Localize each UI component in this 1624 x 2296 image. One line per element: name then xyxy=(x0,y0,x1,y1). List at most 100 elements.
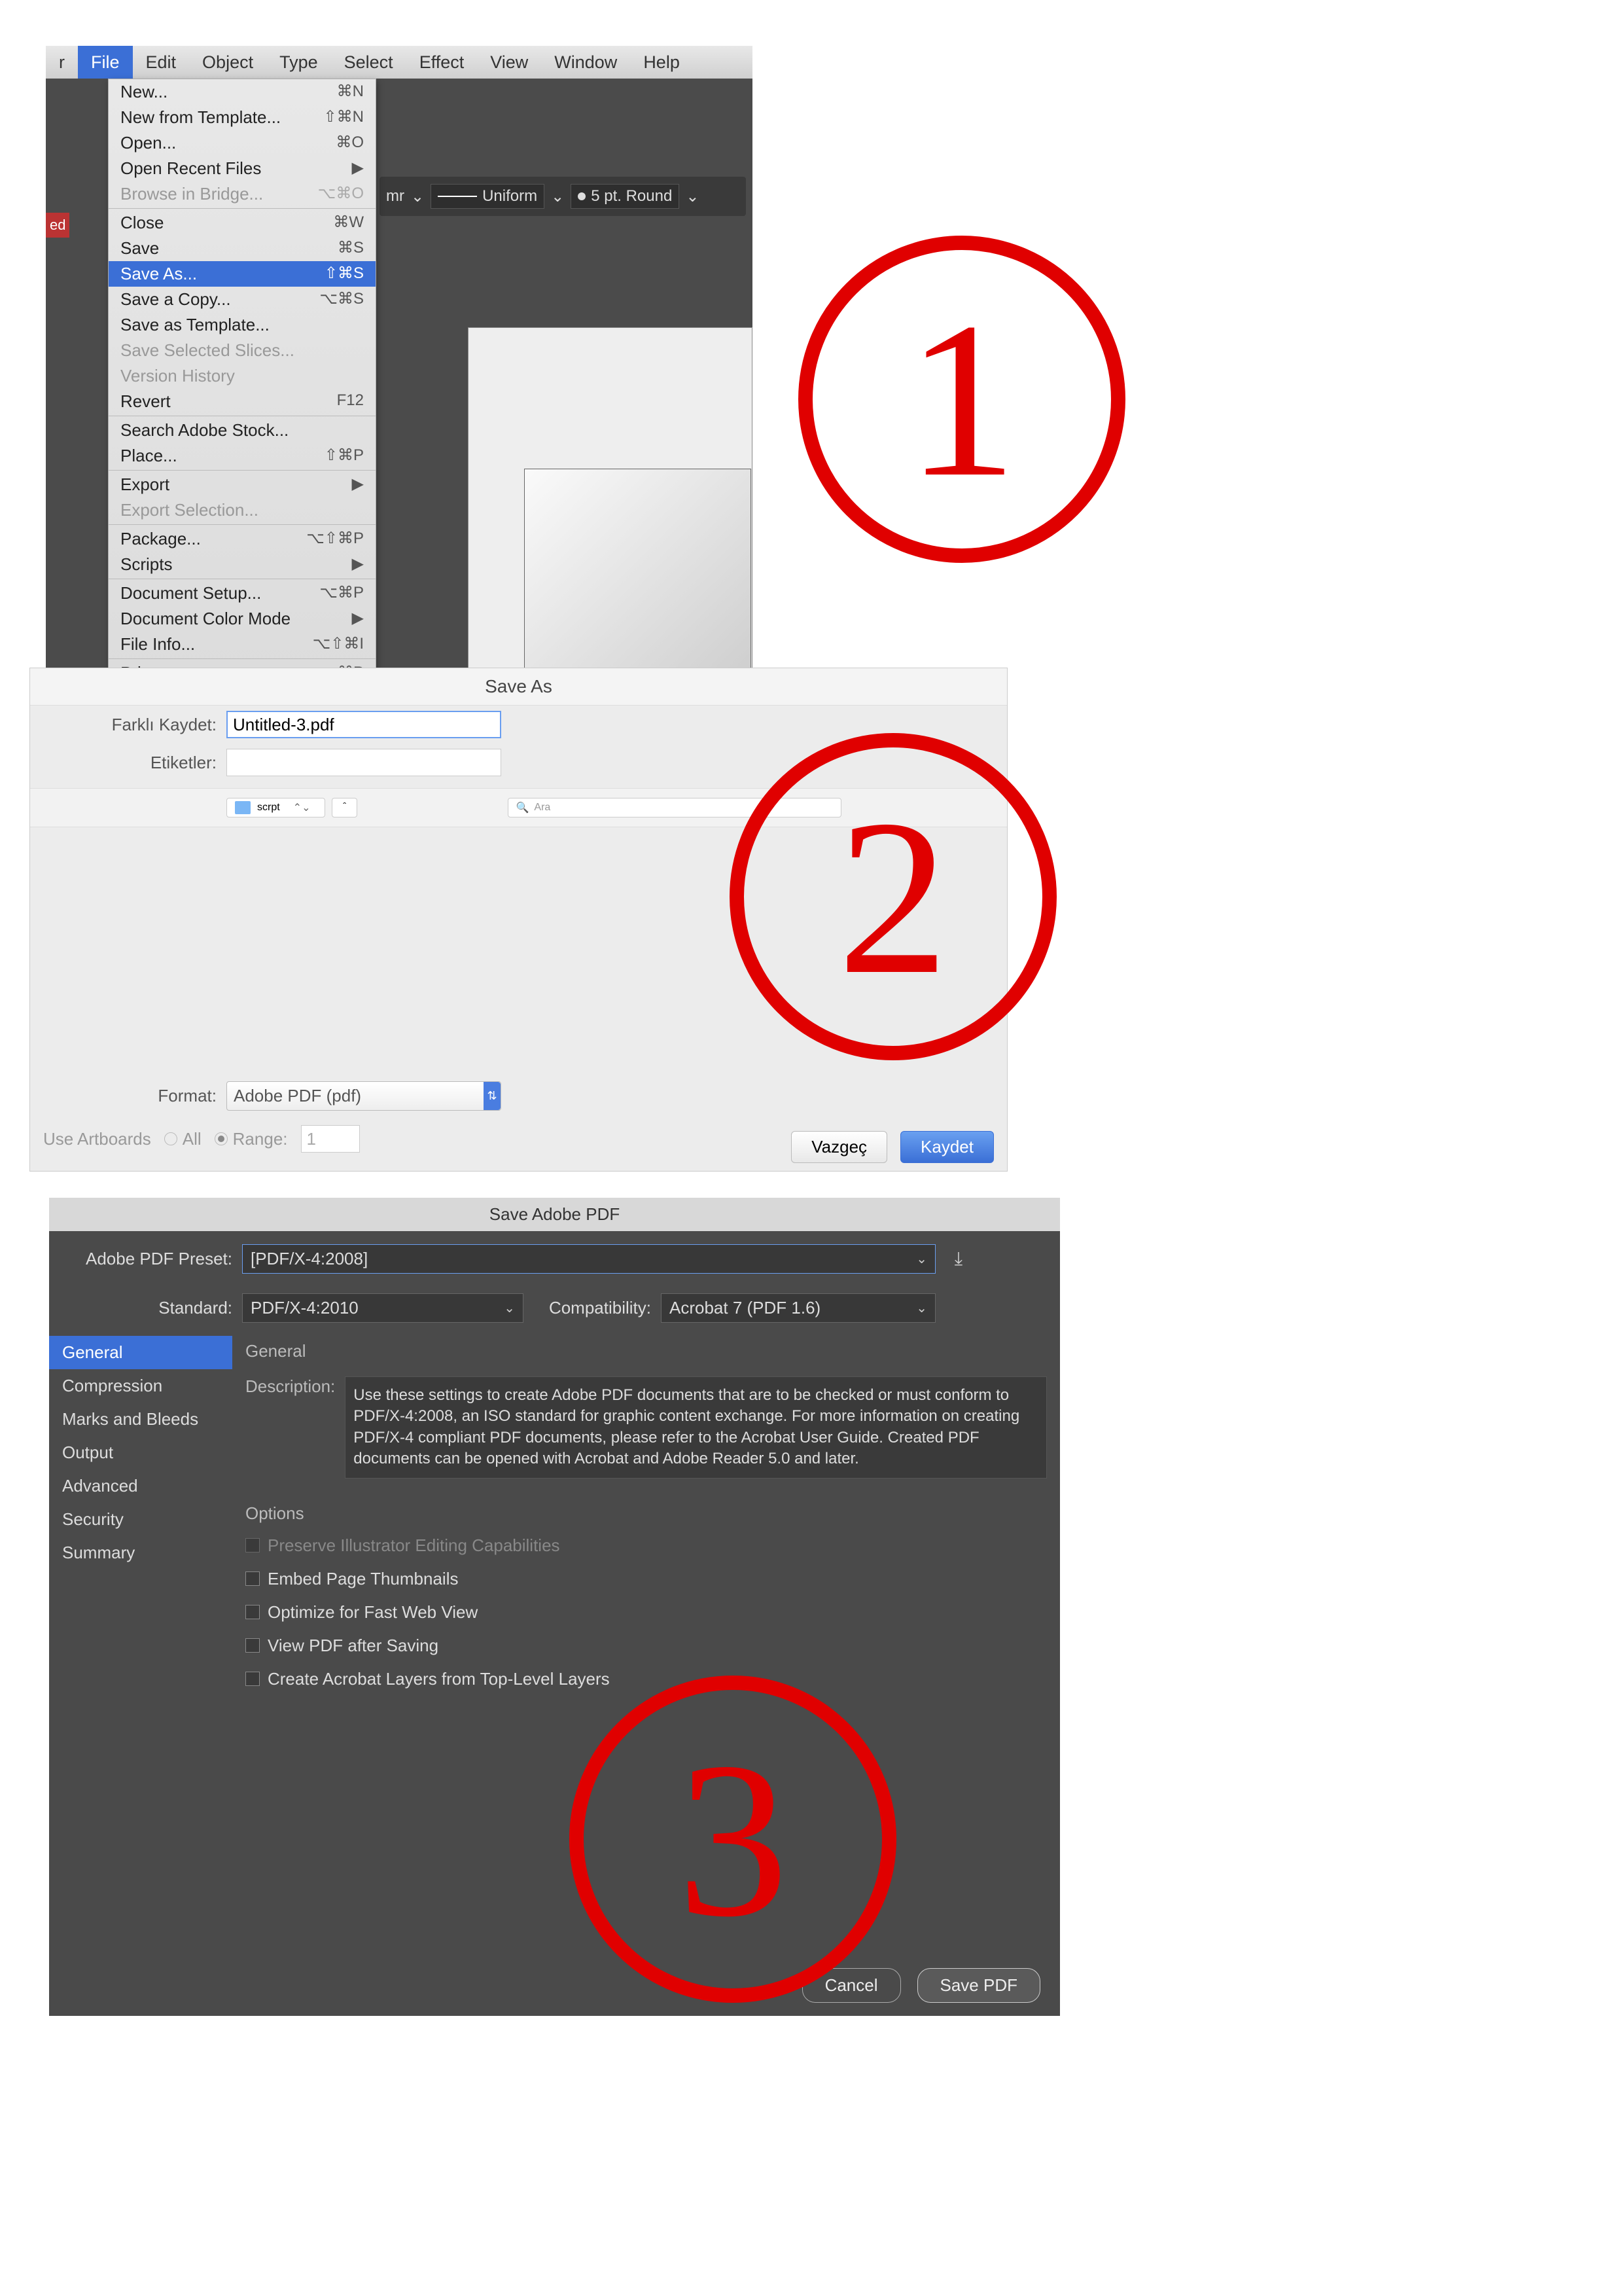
tags-input[interactable] xyxy=(226,749,501,776)
menu-item[interactable]: File Info...⌥⇧⌘I xyxy=(109,632,376,657)
folder-name: scrpt xyxy=(257,802,280,814)
chevron-updown-icon: ⌃⌄ xyxy=(287,801,317,814)
menu-item[interactable]: New...⌘N xyxy=(109,79,376,105)
section-heading: General xyxy=(245,1336,1047,1367)
sidebar-item-general[interactable]: General xyxy=(49,1336,232,1369)
menu-help[interactable]: Help xyxy=(630,46,693,79)
menu-item[interactable]: Save a Copy...⌥⌘S xyxy=(109,287,376,312)
menu-item: Save Selected Slices... xyxy=(109,338,376,363)
tags-label: Etiketler: xyxy=(43,753,226,773)
all-label: All xyxy=(183,1129,202,1149)
sidebar: GeneralCompressionMarks and BleedsOutput… xyxy=(49,1329,232,1702)
menu-item[interactable]: Search Adobe Stock... xyxy=(109,418,376,443)
save-pdf-dialog: Save Adobe PDF Adobe PDF Preset: [PDF/X-… xyxy=(49,1198,1060,2016)
menu-item[interactable]: Close⌘W xyxy=(109,210,376,236)
menu-window[interactable]: Window xyxy=(541,46,630,79)
cancel-button[interactable]: Vazgeç xyxy=(791,1131,887,1163)
chevron-down-icon: ⌄ xyxy=(916,1300,927,1316)
menu-item[interactable]: Save As...⇧⌘S xyxy=(109,261,376,287)
standard-select[interactable]: PDF/X-4:2010⌄ xyxy=(242,1293,523,1323)
menu-view[interactable]: View xyxy=(477,46,541,79)
all-radio xyxy=(164,1132,177,1145)
chevron-down-icon[interactable]: ⌄ xyxy=(411,187,424,206)
description-text: Use these settings to create Adobe PDF d… xyxy=(345,1376,1047,1479)
menu-select[interactable]: Select xyxy=(331,46,406,79)
menu-item: Browse in Bridge...⌥⌘O xyxy=(109,181,376,207)
menu-item[interactable]: Document Setup...⌥⌘P xyxy=(109,581,376,606)
menu-object[interactable]: Object xyxy=(189,46,266,79)
folder-select[interactable]: scrpt ⌃⌄ xyxy=(226,798,325,817)
menu-item[interactable]: Open Recent Files▶ xyxy=(109,156,376,181)
file-menu-dropdown: New...⌘NNew from Template...⇧⌘NOpen...⌘O… xyxy=(108,79,376,687)
menu-edit[interactable]: Edit xyxy=(133,46,190,79)
chevron-updown-icon: ⇅ xyxy=(484,1082,501,1110)
save-button[interactable]: Kaydet xyxy=(900,1131,994,1163)
search-placeholder: Ara xyxy=(534,802,550,814)
menu-item[interactable]: Package...⌥⇧⌘P xyxy=(109,526,376,552)
format-select[interactable]: Adobe PDF (pdf) ⇅ xyxy=(226,1081,501,1111)
preset-select[interactable]: [PDF/X-4:2008]⌄ xyxy=(242,1244,936,1274)
control-mr: mr xyxy=(386,187,404,206)
checkbox-icon xyxy=(245,1605,260,1619)
menu-item[interactable]: Document Color Mode▶ xyxy=(109,606,376,632)
filename-label: Farklı Kaydet: xyxy=(43,715,226,735)
menu-item[interactable]: Scripts▶ xyxy=(109,552,376,577)
illustrator-window: rFileEditObjectTypeSelectEffectViewWindo… xyxy=(46,46,752,700)
stroke-style-select[interactable]: Uniform xyxy=(431,184,544,209)
use-artboards-label: Use Artboards xyxy=(43,1129,151,1149)
chevron-down-icon: ⌄ xyxy=(916,1251,927,1267)
sidebar-item-marks-and-bleeds[interactable]: Marks and Bleeds xyxy=(49,1403,232,1436)
menu-item[interactable]: Export▶ xyxy=(109,472,376,497)
filename-input[interactable] xyxy=(226,711,501,738)
menu-item[interactable]: Open...⌘O xyxy=(109,130,376,156)
dialog-title: Save Adobe PDF xyxy=(49,1198,1060,1231)
checkbox-option[interactable]: Optimize for Fast Web View xyxy=(245,1596,1047,1629)
range-radio xyxy=(215,1132,228,1145)
folder-icon xyxy=(235,801,251,814)
menubar: rFileEditObjectTypeSelectEffectViewWindo… xyxy=(46,46,752,79)
checkbox-option[interactable]: Embed Page Thumbnails xyxy=(245,1562,1047,1596)
checkbox-icon xyxy=(245,1638,260,1653)
menu-item[interactable]: Save as Template... xyxy=(109,312,376,338)
menu-r[interactable]: r xyxy=(46,46,78,79)
menu-item[interactable]: Place...⇧⌘P xyxy=(109,443,376,469)
preset-label: Adobe PDF Preset: xyxy=(69,1249,232,1269)
step-badge-1: 1 xyxy=(798,236,1125,563)
doc-tab-fragment: ed xyxy=(46,213,69,238)
range-label: Range: xyxy=(233,1129,288,1149)
sidebar-item-advanced[interactable]: Advanced xyxy=(49,1469,232,1503)
menu-type[interactable]: Type xyxy=(266,46,331,79)
menu-item: Version History xyxy=(109,363,376,389)
description-label: Description: xyxy=(245,1376,335,1479)
chevron-down-icon[interactable]: ⌄ xyxy=(686,187,699,206)
checkbox-option: Preserve Illustrator Editing Capabilitie… xyxy=(245,1529,1047,1562)
menu-effect[interactable]: Effect xyxy=(406,46,478,79)
checkbox-icon xyxy=(245,1571,260,1586)
menu-item[interactable]: New from Template...⇧⌘N xyxy=(109,105,376,130)
sidebar-item-summary[interactable]: Summary xyxy=(49,1536,232,1570)
chevron-down-icon[interactable]: ⌄ xyxy=(551,187,564,206)
sidebar-item-output[interactable]: Output xyxy=(49,1436,232,1469)
menu-item[interactable]: Save⌘S xyxy=(109,236,376,261)
options-heading: Options xyxy=(245,1498,1047,1529)
compat-label: Compatibility: xyxy=(533,1298,651,1318)
expand-button[interactable]: ＾ xyxy=(332,798,357,817)
save-pdf-button[interactable]: Save PDF xyxy=(917,1968,1041,2003)
dialog-title: Save As xyxy=(30,668,1007,706)
menu-item[interactable]: RevertF12 xyxy=(109,389,376,414)
menu-item: Export Selection... xyxy=(109,497,376,523)
standard-label: Standard: xyxy=(69,1298,232,1318)
compat-select[interactable]: Acrobat 7 (PDF 1.6)⌄ xyxy=(661,1293,936,1323)
brush-select[interactable]: 5 pt. Round xyxy=(571,184,679,209)
menu-file[interactable]: File xyxy=(78,46,133,79)
save-preset-icon[interactable]: ⤓ xyxy=(945,1246,972,1272)
range-input xyxy=(301,1125,360,1153)
checkbox-option[interactable]: Create Acrobat Layers from Top-Level Lay… xyxy=(245,1662,1047,1696)
sidebar-item-security[interactable]: Security xyxy=(49,1503,232,1536)
checkbox-icon xyxy=(245,1538,260,1552)
control-bar: mr ⌄ Uniform ⌄ 5 pt. Round ⌄ xyxy=(380,177,746,216)
checkbox-option[interactable]: View PDF after Saving xyxy=(245,1629,1047,1662)
chevron-down-icon: ⌄ xyxy=(504,1300,515,1316)
step-badge-3: 3 xyxy=(569,1676,896,2003)
sidebar-item-compression[interactable]: Compression xyxy=(49,1369,232,1403)
